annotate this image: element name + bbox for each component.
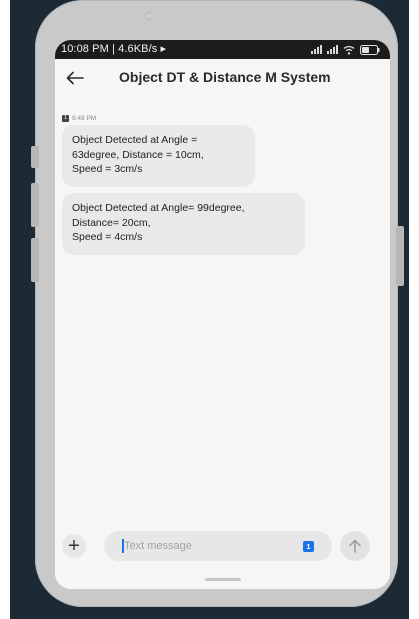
phone-screen: 10:08 PM | 4.6KB/s ▸ Object DT & Distanc… xyxy=(55,40,390,589)
back-arrow-icon[interactable] xyxy=(64,67,86,89)
phone-side-button-left-3 xyxy=(31,238,39,282)
send-button[interactable] xyxy=(340,531,370,561)
camera-dot xyxy=(145,12,153,20)
message-timestamp: 1 9:49 PM xyxy=(62,115,96,122)
sim-select-icon[interactable]: 1 xyxy=(303,541,314,552)
signal-icon-2 xyxy=(327,45,338,54)
navigation-bar xyxy=(55,567,390,589)
conversation-title: Object DT & Distance M System xyxy=(119,69,331,85)
message-input-container[interactable]: 1 xyxy=(104,531,332,561)
app-header: Object DT & Distance M System xyxy=(55,59,390,99)
phone-side-button-right xyxy=(396,226,404,286)
status-time-speed: 10:08 PM | 4.6KB/s ▸ xyxy=(61,43,167,55)
message-bubble-1[interactable]: Object Detected at Angle = 63degree, Dis… xyxy=(62,125,255,187)
status-icons xyxy=(311,44,380,55)
home-indicator[interactable] xyxy=(205,578,241,581)
timestamp-text: 9:49 PM xyxy=(72,115,97,122)
battery-icon xyxy=(360,44,380,55)
wifi-icon xyxy=(343,45,355,55)
add-attachment-button[interactable]: + xyxy=(62,534,86,558)
signal-icon xyxy=(311,45,322,54)
arrow-up-icon xyxy=(349,539,361,553)
sim-badge: 1 xyxy=(62,115,69,122)
phone-side-button-left-2 xyxy=(31,183,39,227)
compose-bar: + 1 xyxy=(55,528,390,564)
message-input[interactable] xyxy=(124,531,294,561)
message-bubble-2[interactable]: Object Detected at Angle= 99degree, Dist… xyxy=(62,193,305,255)
status-bar: 10:08 PM | 4.6KB/s ▸ xyxy=(55,40,390,59)
phone-side-button-left-1 xyxy=(31,146,39,168)
